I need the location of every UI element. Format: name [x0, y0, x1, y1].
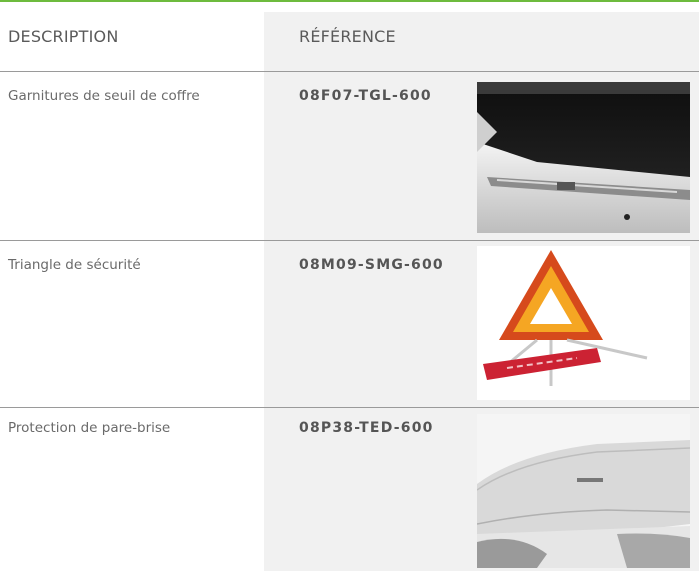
- row-2-divider: [0, 407, 699, 408]
- header-reference: RÉFÉRENCE: [299, 27, 396, 46]
- row-1-reference: 08F07-TGL-600: [299, 88, 432, 104]
- warning-triangle-photo: [477, 246, 690, 400]
- row-3-description: Protection de pare-brise: [8, 420, 171, 436]
- top-accent-line: [0, 0, 699, 2]
- row-2-description: Triangle de sécurité: [8, 257, 141, 273]
- header-divider: [0, 71, 699, 72]
- row-1-divider: [0, 240, 699, 241]
- header-description: DESCRIPTION: [8, 27, 119, 46]
- trunk-sill-garnish-photo: [477, 82, 690, 233]
- windshield-cover-photo: [477, 414, 690, 568]
- row-3-reference: 08P38-TED-600: [299, 420, 434, 436]
- row-1-description: Garnitures de seuil de coffre: [8, 88, 200, 104]
- row-2-reference: 08M09-SMG-600: [299, 257, 444, 273]
